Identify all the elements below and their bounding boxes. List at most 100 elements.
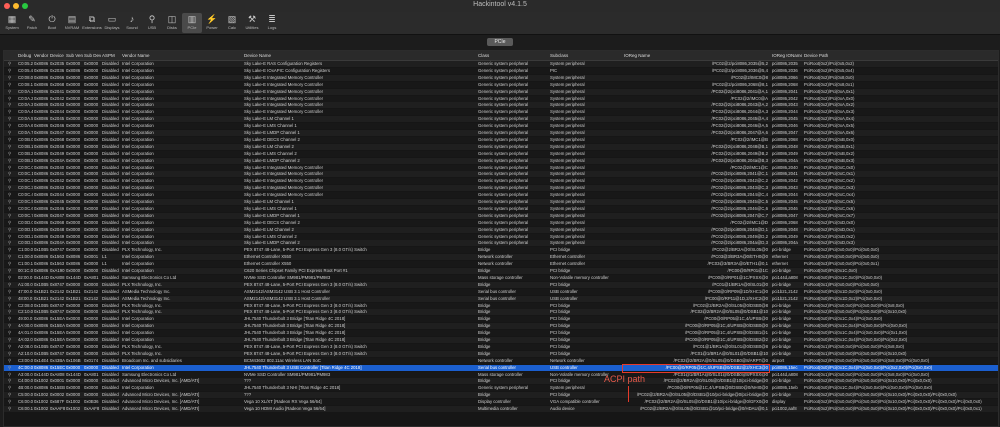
inspect-icon[interactable]: ⚲ (8, 192, 11, 198)
toolbar-pcie-button[interactable]: ▥ PCIe (182, 13, 202, 33)
toolbar-sound-button[interactable]: ♪ Sound (122, 13, 142, 33)
table-row[interactable]: ⚲ C0:0C.3 0x8086 0x2043 0x0000 0x0000 Disabled… (4, 185, 998, 192)
column-header-debug[interactable]: Debug (18, 51, 33, 60)
inspect-icon[interactable]: ⚲ (8, 240, 11, 246)
table-row[interactable]: ⚲ C1:00.0 0x10B5 0x8747 0x0000 0x0000 Disabled… (4, 247, 998, 254)
table-row[interactable]: ⚲ C0:0A.4 0x8086 0x2044 0x0000 0x0000 Disabled… (4, 109, 998, 116)
table-row[interactable]: ⚲ C0:0A.5 0x8086 0x2045 0x0000 0x0000 Disabled… (4, 116, 998, 123)
inspect-icon[interactable]: ⚲ (8, 268, 11, 274)
table-row[interactable]: ⚲ C1:00.1 0x8086 0x1563 0x8086 0x0000 L1 Intel … (4, 261, 998, 268)
table-row[interactable]: ⚲ A2:10.0 0x10B5 0x8747 0x0000 0x0000 Disabled… (4, 350, 998, 357)
table-row[interactable]: ⚲ C0:0B.1 0x8086 0x2048 0x0000 0x0000 Disabled… (4, 143, 998, 150)
inspect-icon[interactable]: ⚲ (8, 185, 11, 191)
inspect-icon[interactable]: ⚲ (8, 144, 11, 150)
inspect-icon[interactable]: ⚲ (8, 365, 11, 371)
inspect-icon[interactable]: ⚲ (8, 75, 11, 81)
table-row[interactable]: ⚲ C0:0A.1 0x8086 0x2041 0x0000 0x0000 Disabled… (4, 88, 998, 95)
toolbar-usb-button[interactable]: ⚲ USB (142, 13, 162, 33)
table-row[interactable]: ⚲ C0:0C.5 0x8086 0x2045 0x0000 0x0000 Disabled… (4, 199, 998, 205)
table-row[interactable]: ⚲ C2:10.0 0x10B5 0x8747 0x0000 0x0000 Disabled… (4, 309, 998, 316)
toolbar-system-button[interactable]: ▦ System (2, 13, 22, 33)
inspect-icon[interactable]: ⚲ (8, 372, 11, 378)
column-header-class[interactable]: Class (478, 51, 548, 60)
table-row[interactable]: ⚲ 4A:01.0 0x8086 0x15EA 0x0000 0x0000 Disabled… (4, 330, 998, 337)
table-row[interactable]: ⚲ 49:00.0 0x8086 0x15EA 0x0000 0x0000 Disabled… (4, 316, 998, 323)
inspect-icon[interactable]: ⚲ (8, 351, 11, 357)
table-row[interactable]: ⚲ C0:0A.3 0x8086 0x2043 0x0000 0x0000 Disabled… (4, 102, 998, 109)
toolbar-nvram-button[interactable]: ▤ NVRAM (62, 13, 82, 33)
table-row[interactable]: ⚲ C0:0C.2 0x8086 0x2042 0x0000 0x0000 Disabled… (4, 178, 998, 185)
inspect-icon[interactable]: ⚲ (8, 89, 11, 95)
inspect-icon[interactable]: ⚲ (8, 165, 11, 171)
column-header-vendor-name[interactable]: Vendor Name (122, 51, 242, 60)
inspect-icon[interactable]: ⚲ (8, 234, 11, 240)
inspect-icon[interactable]: ⚲ (8, 316, 11, 322)
column-header-ioreg-name[interactable]: IOReg Name (624, 51, 768, 60)
table-row[interactable]: ⚲ C0:0B.0 0x8086 0x2068 0x0000 0x0000 Disabled… (4, 136, 998, 143)
table-row[interactable]: ⚲ C0:05.2 0x8086 0x2035 0x0000 0x0000 Disabled… (4, 61, 998, 67)
toolbar-calc-button[interactable]: ▧ Calc (222, 13, 242, 33)
inspect-icon[interactable]: ⚲ (8, 227, 11, 233)
inspect-icon[interactable]: ⚲ (8, 199, 11, 205)
toolbar-power-button[interactable]: ⚡ Power (202, 13, 222, 33)
inspect-icon[interactable]: ⚲ (8, 289, 11, 295)
table-row[interactable]: ⚲ C6:00.0 0x1002 0x687F 0x1002 0x0B36 Disabled… (4, 399, 998, 406)
table-row[interactable]: ⚲ C0:0C.4 0x8086 0x2044 0x0000 0x0000 Disabled… (4, 192, 998, 199)
toolbar-utilities-button[interactable]: ⚒ Utilities (242, 13, 262, 33)
inspect-icon[interactable]: ⚲ (8, 344, 11, 350)
inspect-icon[interactable]: ⚲ (8, 337, 11, 343)
inspect-icon[interactable]: ⚲ (8, 206, 11, 212)
table-row[interactable]: ⚲ 02:00.0 0x144D 0xA808 0x144D 0xA801 Disabled… (4, 274, 998, 281)
inspect-icon[interactable]: ⚲ (8, 323, 11, 329)
toolbar-patch-button[interactable]: ✎ Patch (22, 13, 42, 33)
table-row[interactable]: ⚲ C0:0B.2 0x8086 0x2049 0x0000 0x0000 Disabled… (4, 150, 998, 157)
table-row[interactable]: ⚲ C0:08.0 0x8086 0x2066 0x0000 0x0000 Disabled… (4, 74, 998, 81)
table-row[interactable]: ⚲ C3:00.0 0x14E4 0x43BA 0x106B 0x0174 Disabled… (4, 357, 998, 364)
table-row[interactable]: ⚲ C4:00.0 0x1002 0x0001 0x0000 0x0000 Disabled… (4, 378, 998, 385)
inspect-icon[interactable]: ⚲ (8, 406, 11, 412)
table-row[interactable]: ⚲ A3:00.0 0x144D 0xA808 0x144D 0xA801 Disabled… (4, 371, 998, 378)
pcie-segment-button[interactable]: PCIe (487, 38, 513, 46)
inspect-icon[interactable]: ⚲ (8, 61, 11, 67)
inspect-icon[interactable]: ⚲ (8, 171, 11, 177)
inspect-icon[interactable]: ⚲ (8, 137, 11, 143)
column-header-vendor[interactable]: Vendor (34, 51, 49, 60)
inspect-icon[interactable]: ⚲ (8, 82, 11, 88)
table-row[interactable]: ⚲ C0:0A.6 0x8086 0x2046 0x0000 0x0000 Disabled… (4, 123, 998, 130)
table-row[interactable]: ⚲ 4A:02.0 0x8086 0x15EA 0x0000 0x0000 Disabled… (4, 337, 998, 343)
table-row[interactable]: ⚲ C1:00.0 0x8086 0x1563 0x8086 0x0001 L1 Intel … (4, 254, 998, 261)
inspect-icon[interactable]: ⚲ (8, 151, 11, 157)
toolbar-logs-button[interactable]: ≣ Logs (262, 13, 282, 33)
inspect-icon[interactable]: ⚲ (8, 68, 11, 74)
inspect-icon[interactable]: ⚲ (8, 385, 11, 391)
column-header-ioreg-ioname[interactable]: IOReg IOName (772, 51, 802, 60)
toolbar-displays-button[interactable]: ▭ Displays (102, 13, 122, 33)
table-row[interactable]: ⚲ C2:08.0 0x10B5 0x8747 0x0000 0x0000 Disabled… (4, 302, 998, 309)
toolbar-extensions-button[interactable]: ⧉ Extensions (82, 13, 102, 33)
inspect-icon[interactable]: ⚲ (8, 178, 11, 184)
inspect-icon[interactable]: ⚲ (8, 303, 11, 309)
table-row[interactable]: ⚲ C0:0D.2 0x8086 0x2049 0x0000 0x0000 Disabled… (4, 233, 998, 240)
inspect-icon[interactable]: ⚲ (8, 378, 11, 384)
table-row[interactable]: ⚲ C0:0D.3 0x8086 0x204A 0x0000 0x0000 Disabled… (4, 240, 998, 247)
column-header-device[interactable]: Device (50, 51, 65, 60)
inspect-icon[interactable]: ⚲ (8, 213, 11, 219)
table-row[interactable]: ⚲ C0:0D.1 0x8086 0x2048 0x0000 0x0000 Disabled… (4, 226, 998, 233)
inspect-icon[interactable]: ⚲ (8, 399, 11, 405)
table-row[interactable]: ⚲ C0:05.4 0x8086 0x2036 0x8086 0x0000 Disabled… (4, 67, 998, 74)
table-row[interactable]: ⚲ 4B:00.0 0x8086 0x15EB 0x0000 0x0000 Disabled… (4, 385, 998, 392)
table-row[interactable]: ⚲ 4A:00.0 0x8086 0x15EA 0x0000 0x0000 Disabled… (4, 323, 998, 330)
table-row[interactable]: ⚲ 00:1C.0 0x8086 0xA190 0x0000 0x0000 Disabled… (4, 268, 998, 274)
inspect-icon[interactable]: ⚲ (8, 116, 11, 122)
table-row[interactable]: ⚲ C0:0C.1 0x8086 0x2041 0x0000 0x0000 Disabled… (4, 171, 998, 178)
inspect-icon[interactable]: ⚲ (8, 158, 11, 164)
inspect-icon[interactable]: ⚲ (8, 102, 11, 108)
table-row[interactable]: ⚲ C0:0C.0 0x8086 0x2040 0x0000 0x0000 Disabled… (4, 164, 998, 171)
inspect-icon[interactable]: ⚲ (8, 254, 11, 260)
column-header-device-name[interactable]: Device Name (244, 51, 476, 60)
table-row[interactable]: ⚲ C0:0D.0 0x8086 0x2068 0x0000 0x0000 Disabled… (4, 219, 998, 226)
column-header-sub-vendor[interactable]: Sub Ven... (66, 51, 83, 60)
inspect-icon[interactable]: ⚲ (8, 247, 11, 253)
inspect-icon[interactable]: ⚲ (8, 282, 11, 288)
inspect-icon[interactable]: ⚲ (8, 275, 11, 281)
